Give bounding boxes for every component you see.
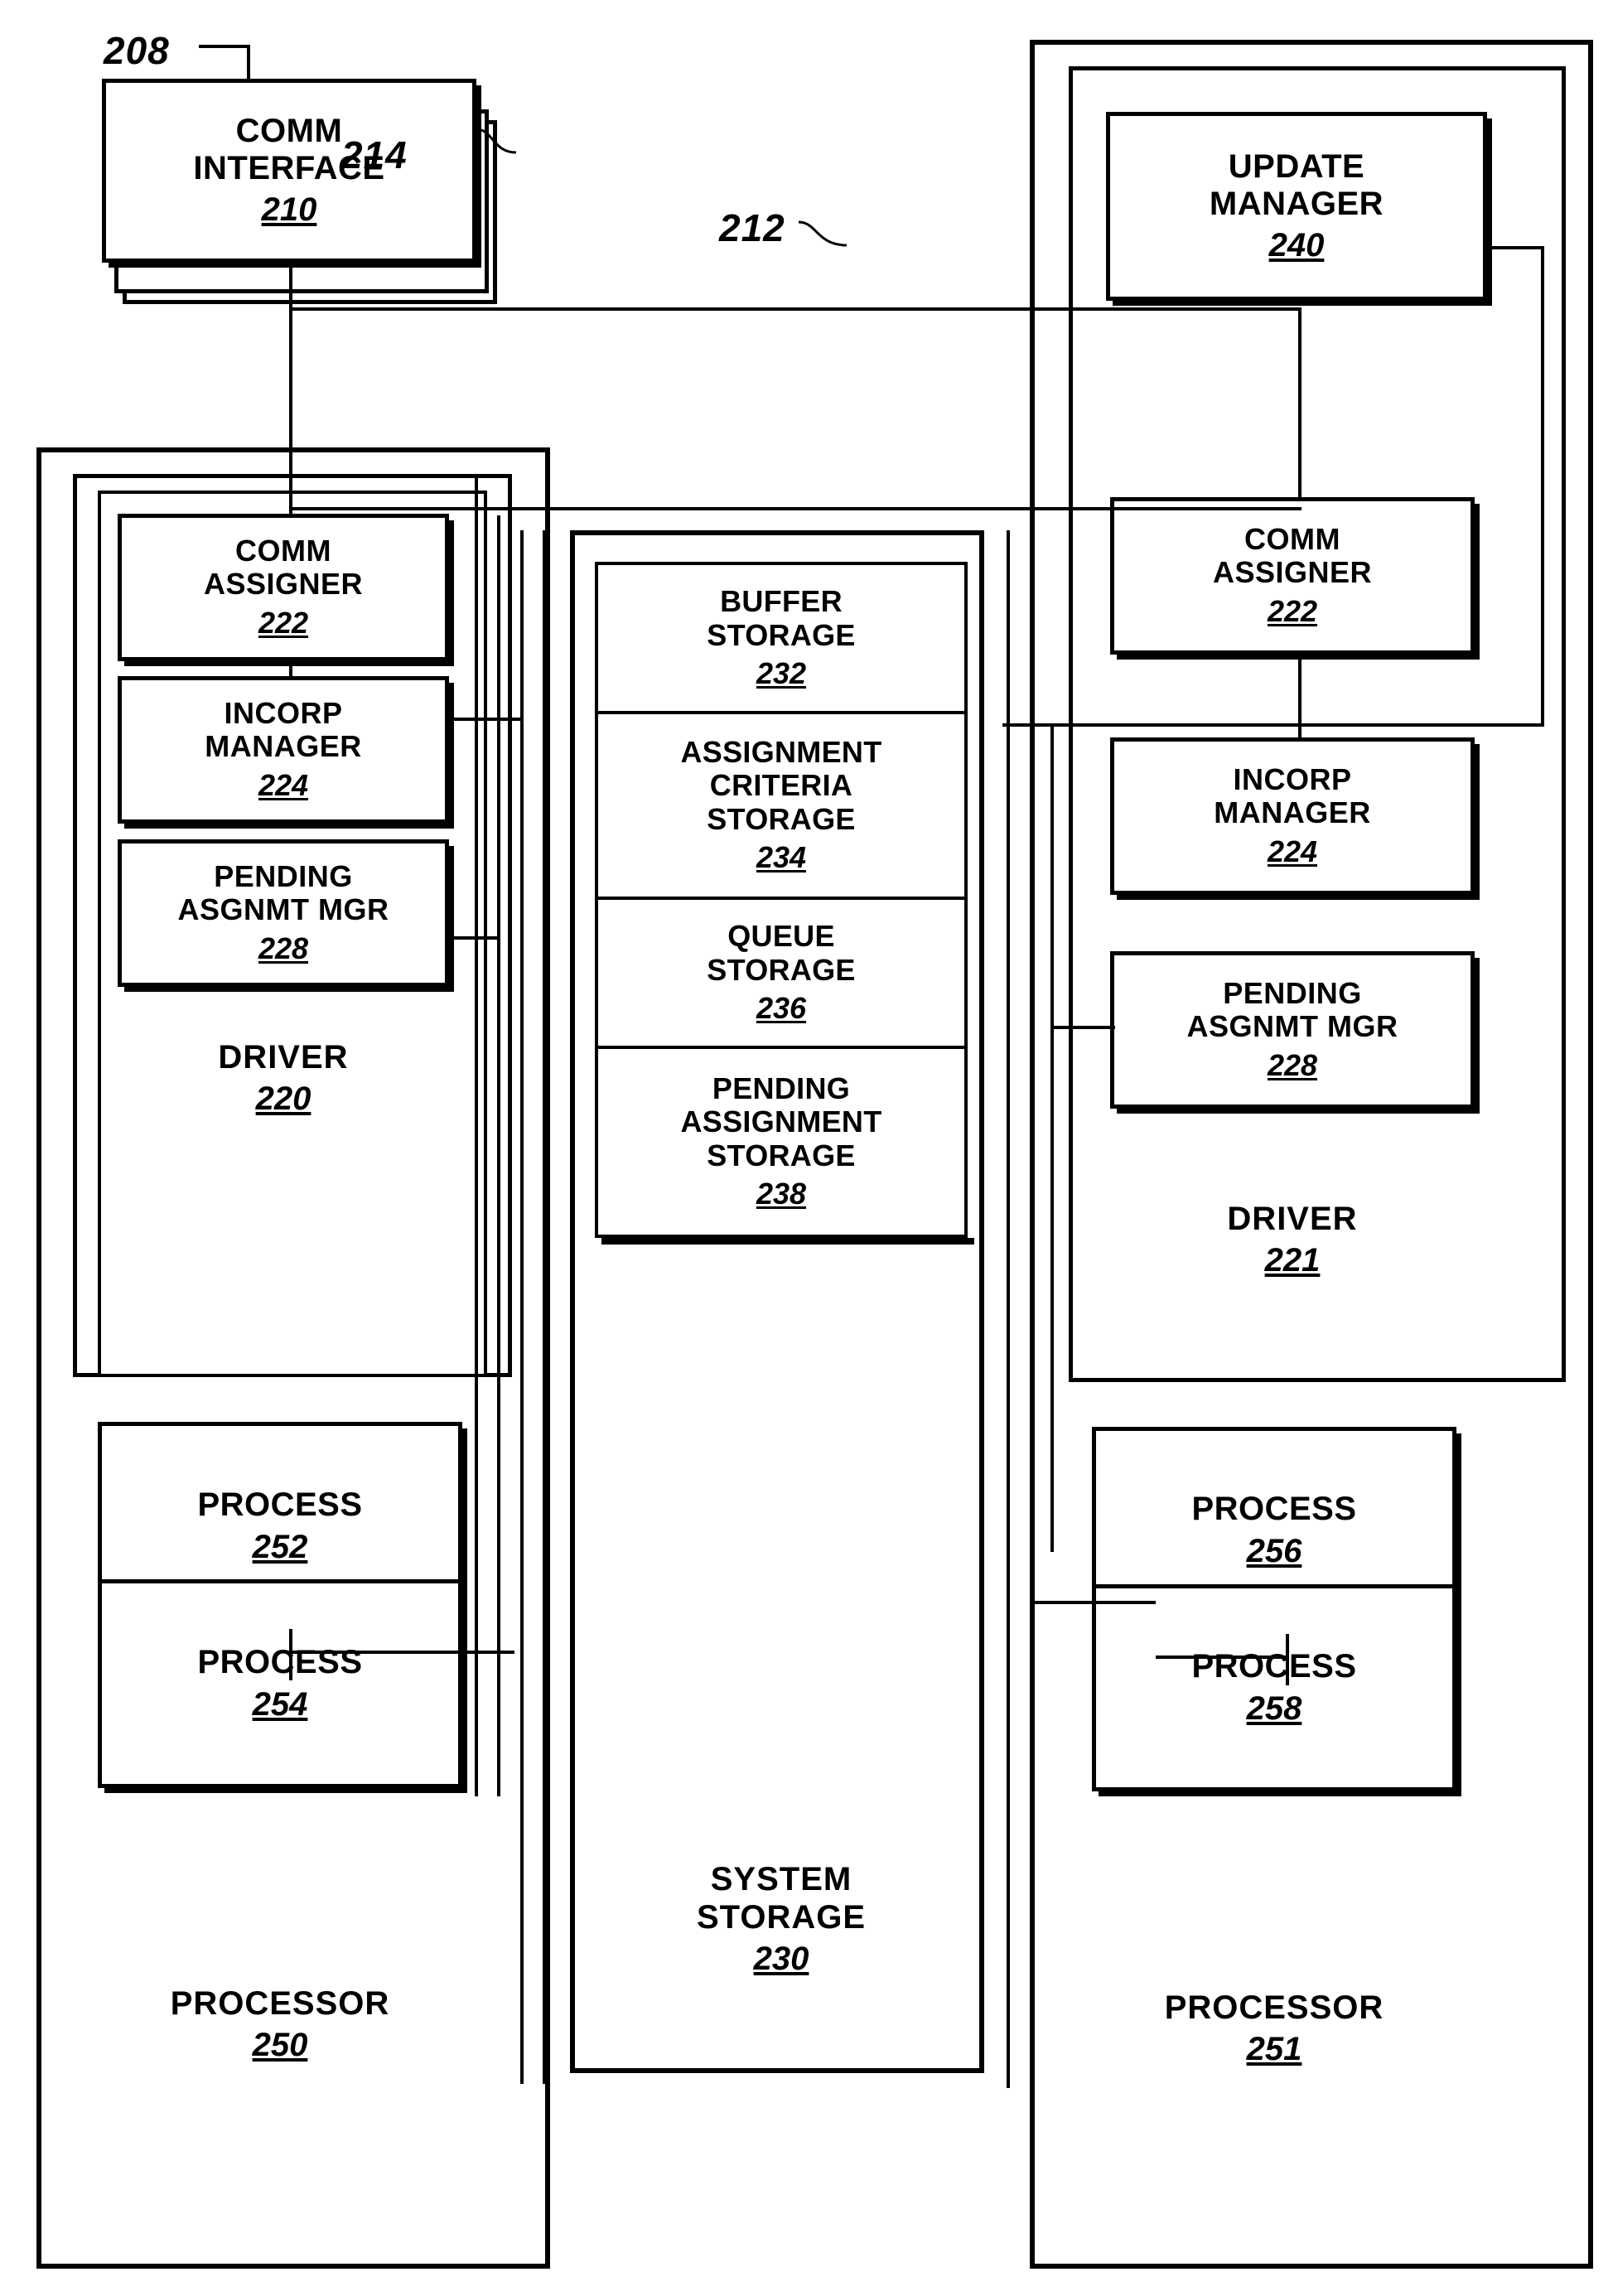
queue-storage-cell[interactable]: QUEUE STORAGE 236 bbox=[595, 897, 968, 1049]
left-processor-caption: PROCESSOR 250 bbox=[98, 1984, 462, 2064]
comm-interface-number: 210 bbox=[261, 191, 317, 229]
pending-assignment-storage-number: 238 bbox=[756, 1176, 807, 1211]
right-incorp-manager-number: 224 bbox=[1267, 834, 1318, 869]
left-comm-assigner-title: COMM ASSIGNER bbox=[203, 533, 364, 601]
wire-update-manager-out bbox=[1485, 246, 1544, 249]
right-comm-assigner-title: COMM ASSIGNER bbox=[1212, 521, 1373, 589]
system-storage-caption: SYSTEM STORAGE 230 bbox=[595, 1860, 968, 1978]
rail-left-a bbox=[475, 474, 478, 1796]
wire-left-assigner-to-incorp bbox=[289, 661, 292, 678]
system-storage-number: 230 bbox=[753, 1941, 809, 1977]
left-driver-caption: DRIVER 220 bbox=[118, 1038, 449, 1118]
left-comm-assigner-box[interactable]: COMM ASSIGNER 222 bbox=[118, 514, 449, 661]
storage-stack-shadow bbox=[601, 1238, 974, 1245]
pending-assignment-storage-title: PENDING ASSIGNMENT STORAGE bbox=[680, 1071, 882, 1172]
wire-right-pending-to-rail bbox=[1050, 1026, 1115, 1029]
right-process-256-title: PROCESS bbox=[1191, 1491, 1357, 1528]
right-process-258-number: 258 bbox=[1246, 1689, 1302, 1727]
queue-storage-number: 236 bbox=[756, 990, 807, 1025]
update-manager-title: UPDATE MANAGER bbox=[1209, 147, 1384, 222]
rail-right-b bbox=[1030, 723, 1033, 1900]
pending-assignment-storage-cell[interactable]: PENDING ASSIGNMENT STORAGE 238 bbox=[595, 1046, 968, 1238]
wire-bus-212-down-to-right-assigner bbox=[1298, 307, 1302, 500]
right-processor-title: PROCESSOR bbox=[1164, 1989, 1384, 2026]
leader-208-horizontal bbox=[199, 45, 250, 48]
right-incorp-manager-box[interactable]: INCORP MANAGER 224 bbox=[1110, 737, 1475, 895]
callout-212: 212 bbox=[719, 206, 785, 249]
wire-right-process-256-to-258 bbox=[1286, 1634, 1289, 1685]
left-incorp-manager-title: INCORP MANAGER bbox=[205, 695, 362, 763]
right-comm-assigner-number: 222 bbox=[1267, 594, 1318, 629]
queue-storage-title: QUEUE STORAGE bbox=[707, 919, 856, 987]
wire-left-incorp-to-rail bbox=[447, 718, 522, 721]
left-pending-asgnmt-mgr-number: 228 bbox=[258, 931, 309, 966]
left-comm-assigner-number: 222 bbox=[258, 606, 309, 640]
buffer-storage-number: 232 bbox=[756, 655, 807, 690]
assignment-criteria-storage-cell[interactable]: ASSIGNMENT CRITERIA STORAGE 234 bbox=[595, 711, 968, 900]
left-pending-asgnmt-mgr-box[interactable]: PENDING ASGNMT MGR 228 bbox=[118, 839, 449, 987]
left-processor-title: PROCESSOR bbox=[170, 1985, 390, 2022]
wire-right-process-tap bbox=[1156, 1656, 1288, 1659]
right-process-256-number: 256 bbox=[1246, 1532, 1302, 1569]
right-processor-caption: PROCESSOR 251 bbox=[1092, 1989, 1456, 2068]
patent-figure: 208 COMM INTERFACE 210 214 212 UPDATE MA… bbox=[0, 0, 1613, 2296]
left-processor-number: 250 bbox=[252, 2027, 308, 2063]
wire-right-driver-bottom-hook bbox=[1030, 1601, 1156, 1604]
assignment-criteria-storage-number: 234 bbox=[756, 839, 807, 874]
buffer-storage-cell[interactable]: BUFFER STORAGE 232 bbox=[595, 562, 968, 714]
leader-214-curve bbox=[476, 128, 517, 154]
right-incorp-manager-title: INCORP MANAGER bbox=[1214, 761, 1371, 829]
left-process-252-number: 252 bbox=[252, 1528, 308, 1565]
comm-interface-box[interactable]: COMM INTERFACE 210 bbox=[102, 79, 476, 263]
left-process-254-number: 254 bbox=[252, 1685, 308, 1723]
left-process-252-title: PROCESS bbox=[197, 1486, 363, 1524]
callout-208: 208 bbox=[104, 29, 170, 72]
system-storage-title: SYSTEM STORAGE bbox=[696, 1861, 867, 1936]
left-process-254-title: PROCESS bbox=[197, 1644, 363, 1681]
wire-right-assigner-to-incorp bbox=[1298, 655, 1302, 737]
leader-212-curve bbox=[798, 220, 848, 247]
wire-left-process-tap bbox=[289, 1651, 514, 1654]
callout-214: 214 bbox=[341, 133, 408, 176]
left-driver-title: DRIVER bbox=[218, 1039, 349, 1075]
wire-bus-212-horizontal bbox=[289, 307, 1302, 311]
leader-208-vertical bbox=[247, 45, 250, 80]
right-processor-number: 251 bbox=[1246, 2031, 1302, 2067]
buffer-storage-title: BUFFER STORAGE bbox=[707, 584, 856, 652]
left-process-254-box[interactable]: PROCESS 254 bbox=[98, 1579, 462, 1788]
right-comm-assigner-box[interactable]: COMM ASSIGNER 222 bbox=[1110, 497, 1475, 655]
right-driver-title: DRIVER bbox=[1227, 1201, 1358, 1237]
left-incorp-manager-box[interactable]: INCORP MANAGER 224 bbox=[118, 676, 449, 824]
assignment-criteria-storage-title: ASSIGNMENT CRITERIA STORAGE bbox=[680, 735, 882, 836]
update-manager-box[interactable]: UPDATE MANAGER 240 bbox=[1106, 112, 1487, 301]
right-process-258-box[interactable]: PROCESS 258 bbox=[1092, 1584, 1456, 1791]
wire-update-manager-rail bbox=[1541, 246, 1544, 727]
right-driver-caption: DRIVER 221 bbox=[1110, 1200, 1475, 1279]
right-driver-number: 221 bbox=[1264, 1242, 1321, 1279]
left-pending-asgnmt-mgr-title: PENDING ASGNMT MGR bbox=[177, 858, 389, 926]
wire-left-assigner-storage-tap bbox=[289, 507, 1302, 510]
wire-left-process-252-to-254 bbox=[289, 1629, 292, 1680]
left-driver-number: 220 bbox=[255, 1080, 311, 1117]
wire-comm-interface-to-left-comm-assigner bbox=[289, 263, 292, 515]
right-pending-asgnmt-mgr-number: 228 bbox=[1267, 1048, 1318, 1083]
left-incorp-manager-number: 224 bbox=[258, 768, 309, 803]
wire-left-pending-to-rail bbox=[447, 936, 497, 940]
rail-left-c bbox=[520, 530, 524, 2084]
update-manager-number: 240 bbox=[1268, 227, 1325, 264]
rail-right-a bbox=[1007, 530, 1010, 2088]
rail-right-c bbox=[1050, 723, 1054, 1552]
right-pending-asgnmt-mgr-box[interactable]: PENDING ASGNMT MGR 228 bbox=[1110, 951, 1475, 1109]
right-process-258-title: PROCESS bbox=[1191, 1648, 1357, 1685]
right-pending-asgnmt-mgr-title: PENDING ASGNMT MGR bbox=[1186, 975, 1398, 1043]
wire-update-manager-return bbox=[1002, 723, 1544, 727]
rail-left-d bbox=[543, 530, 546, 2084]
rail-left-b bbox=[497, 515, 500, 1796]
